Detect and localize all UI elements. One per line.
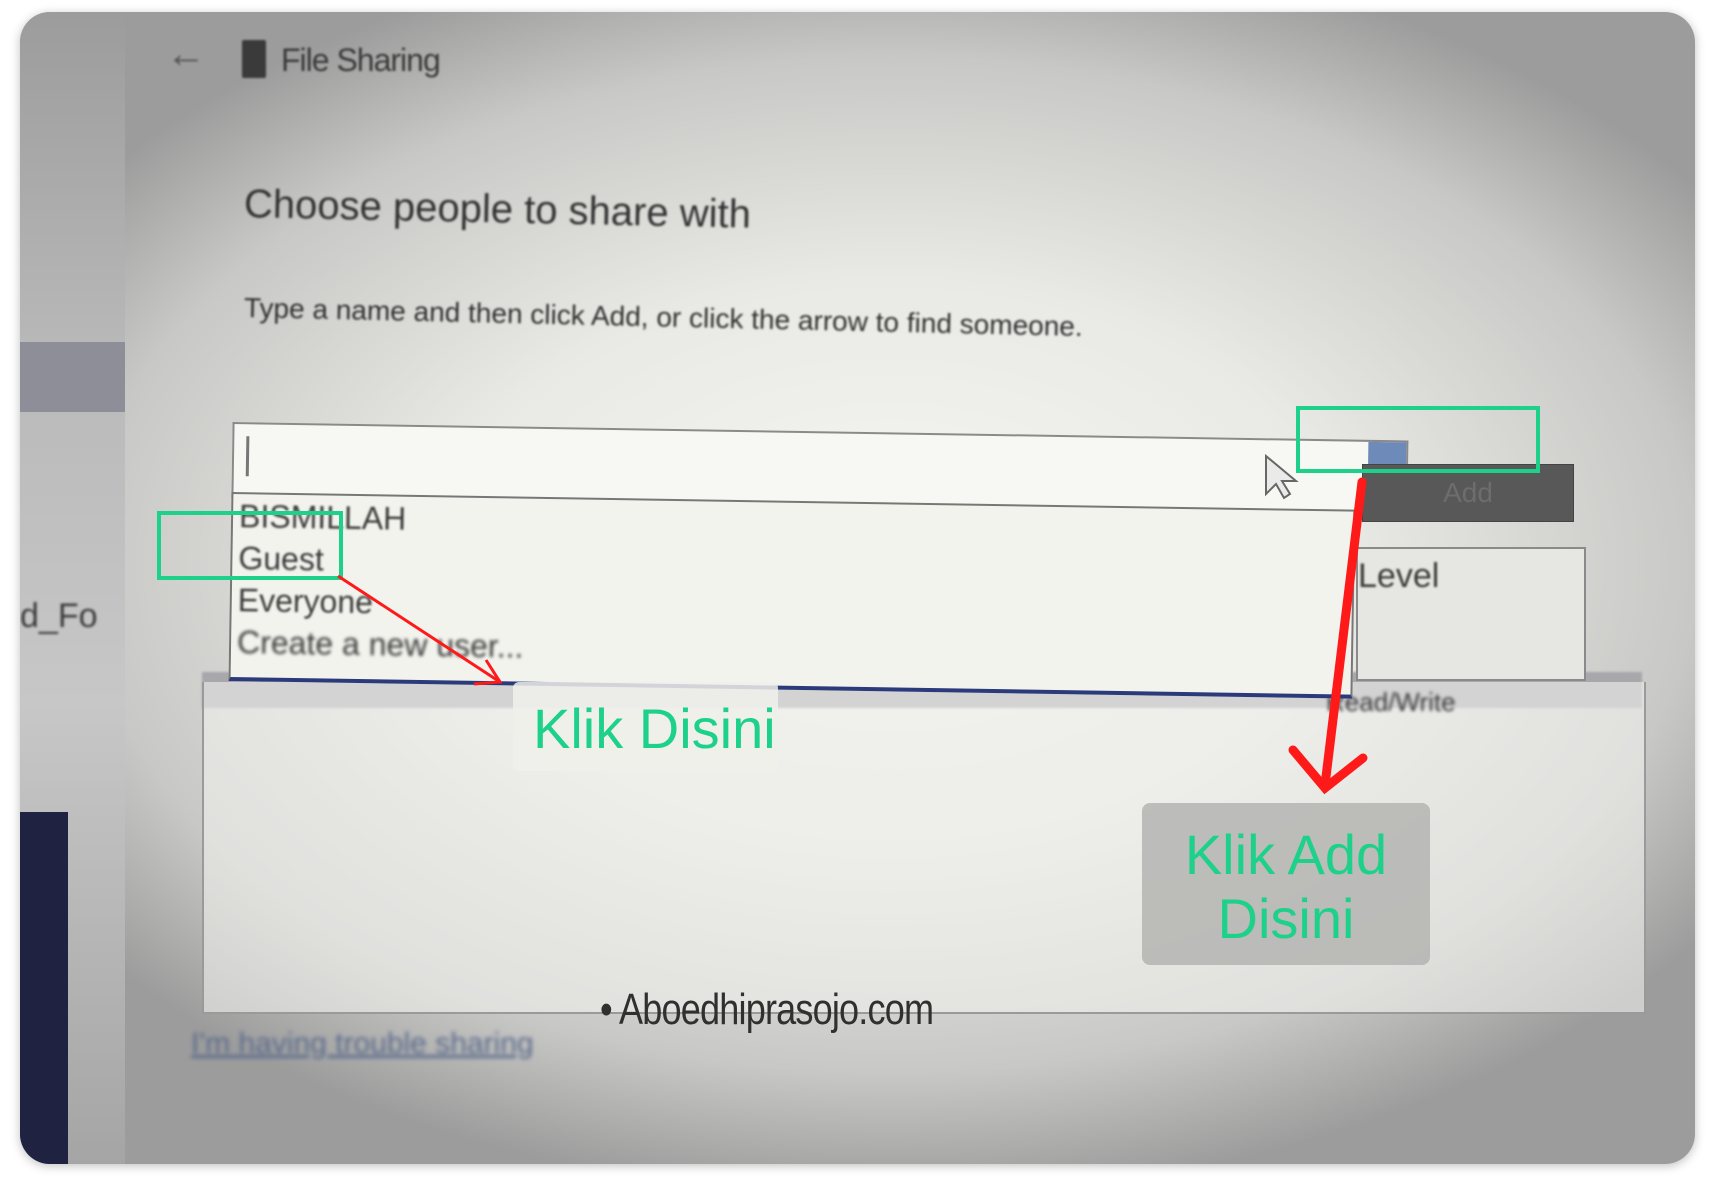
dialog-instruction: Type a name and then click Add, or click… bbox=[243, 292, 1084, 343]
note-klik-add-line1: Klik Add bbox=[1184, 823, 1388, 886]
dropdown-option-everyone[interactable]: Everyone bbox=[237, 582, 374, 621]
note-klik-add: Klik Add Disini bbox=[1142, 803, 1430, 965]
window-title: File Sharing bbox=[281, 42, 441, 78]
background-text-fragment: d_Fo bbox=[20, 597, 98, 635]
user-dropdown-list: BISMILLAH Guest Everyone Create a new us… bbox=[228, 492, 1356, 699]
back-arrow-icon[interactable]: ← bbox=[166, 32, 206, 77]
text-caret bbox=[245, 436, 250, 477]
level-column-header: Level bbox=[1358, 557, 1440, 595]
highlight-everyone-box bbox=[157, 511, 343, 580]
watermark-text: • Aboedhiprasojo.com bbox=[600, 985, 934, 1034]
note-klik-disini-text: Klik Disini bbox=[533, 697, 776, 760]
background-taskbar-area bbox=[20, 812, 68, 1164]
file-sharing-app-icon bbox=[242, 40, 266, 78]
background-explorer-window: d_Fo bbox=[20, 12, 125, 1164]
dropdown-option-create-user[interactable]: Create a new user... bbox=[237, 624, 524, 665]
trouble-sharing-link[interactable]: I'm having trouble sharing bbox=[191, 1027, 534, 1061]
note-klik-disini: Klik Disini bbox=[513, 682, 778, 771]
background-band bbox=[20, 342, 125, 412]
highlight-add-box bbox=[1296, 406, 1540, 473]
note-klik-add-line2: Disini bbox=[1217, 887, 1355, 950]
dialog-heading: Choose people to share with bbox=[243, 182, 752, 237]
